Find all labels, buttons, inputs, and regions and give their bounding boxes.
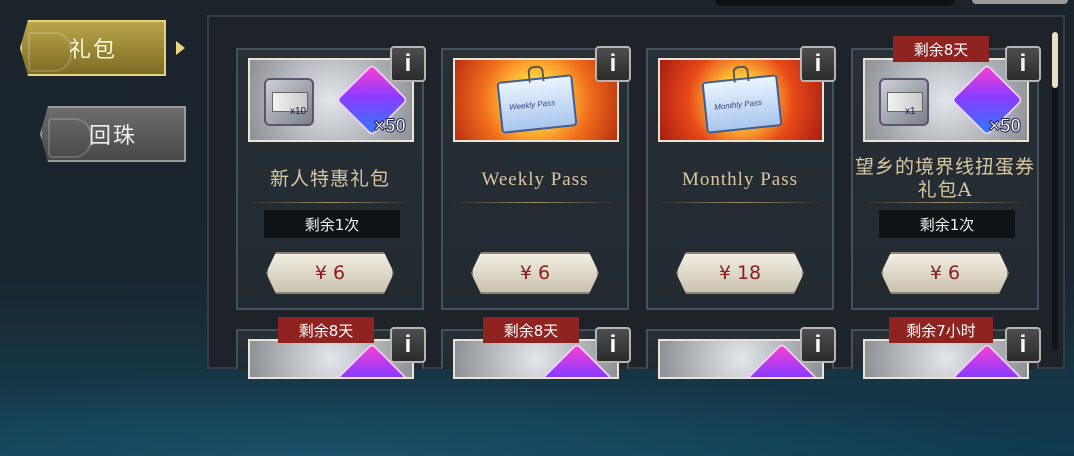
card-title: Weekly Pass: [481, 168, 589, 190]
price-button[interactable]: ¥ 18: [676, 252, 804, 294]
top-menu-button[interactable]: [972, 0, 1068, 4]
shop-card[interactable]: 剩余8天 i: [441, 317, 631, 379]
divider: [656, 202, 824, 203]
tab-label: 礼包: [68, 37, 117, 62]
time-remaining-badge: 剩余8天: [483, 317, 579, 343]
time-remaining-badge: 剩余8天: [278, 317, 374, 343]
ticket-count: x1: [905, 106, 916, 117]
time-remaining-badge: 剩余7小时: [889, 317, 993, 343]
ticket-count: x10: [290, 106, 307, 117]
active-tab-arrow-icon: [176, 41, 185, 55]
tab-emblem-icon: [48, 118, 92, 158]
shop-card[interactable]: Monthly Pass i Monthly Pass ¥ 18: [646, 46, 836, 310]
gacha-ticket-icon: [879, 78, 929, 126]
tab-label: 回珠: [88, 123, 137, 148]
card-title: Monthly Pass: [682, 168, 798, 190]
purchase-limit-badge: 剩余1次: [879, 210, 1015, 238]
price-button[interactable]: ¥ 6: [881, 252, 1009, 294]
purchase-limit-badge: 剩余1次: [264, 210, 400, 238]
tab-orb[interactable]: 回珠: [40, 106, 186, 162]
info-button[interactable]: i: [390, 327, 426, 363]
divider: [246, 202, 414, 203]
price-button[interactable]: ¥ 6: [266, 252, 394, 294]
divider: [451, 202, 619, 203]
card-title: 望乡的境界线扭蛋券礼包A: [854, 156, 1035, 201]
shop-card[interactable]: x1 ×50 剩余8天 i 望乡的境界线扭蛋券礼包A 剩余1次 ¥ 6: [851, 36, 1041, 310]
gacha-ticket-icon: [264, 78, 314, 126]
tab-emblem-icon: [28, 32, 72, 72]
divider: [861, 202, 1029, 203]
info-button[interactable]: i: [1005, 46, 1041, 82]
shop-card[interactable]: 剩余8天 i: [236, 317, 426, 379]
info-button[interactable]: i: [390, 46, 426, 82]
top-currency-bar: [715, 0, 955, 6]
info-button[interactable]: i: [1005, 327, 1041, 363]
info-button[interactable]: i: [595, 46, 631, 82]
card-title: 新人特惠礼包: [269, 167, 390, 190]
shop-card[interactable]: x10 ×50 i 新人特惠礼包 剩余1次 ¥ 6: [236, 46, 426, 310]
pass-card-label: Monthly Pass: [713, 97, 763, 112]
scrollbar-thumb[interactable]: [1052, 32, 1058, 88]
time-remaining-badge: 剩余8天: [893, 36, 989, 62]
background-glow: [0, 370, 1074, 456]
tab-gift-pack[interactable]: 礼包: [20, 20, 166, 76]
price-button[interactable]: ¥ 6: [471, 252, 599, 294]
shop-card[interactable]: Weekly Pass i Weekly Pass ¥ 6: [441, 46, 631, 310]
pass-card-icon: Weekly Pass: [496, 74, 578, 134]
pass-card-label: Weekly Pass: [508, 98, 556, 112]
info-button[interactable]: i: [595, 327, 631, 363]
gem-count: ×50: [988, 116, 1021, 138]
shop-card[interactable]: i: [646, 327, 836, 379]
pass-card-icon: Monthly Pass: [701, 74, 783, 134]
info-button[interactable]: i: [800, 46, 836, 82]
shop-card[interactable]: 剩余7小时 i: [851, 317, 1041, 379]
info-button[interactable]: i: [800, 327, 836, 363]
gem-count: ×50: [373, 116, 406, 138]
